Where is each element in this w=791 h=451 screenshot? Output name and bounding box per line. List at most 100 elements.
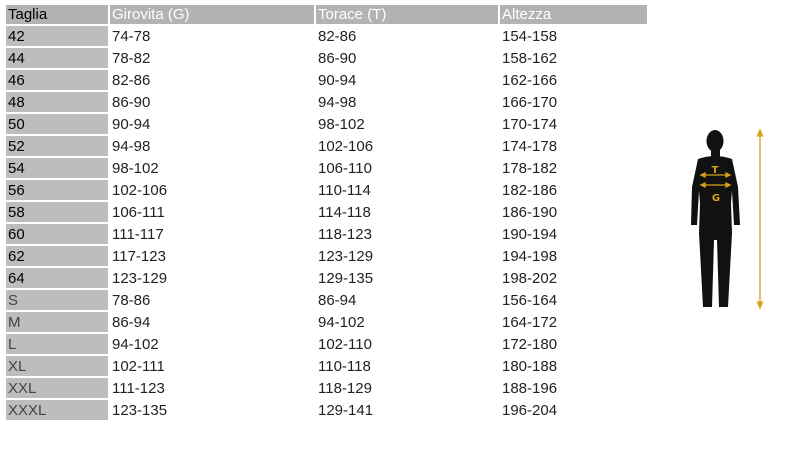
cell-girovita: 123-135 (112, 401, 168, 419)
cell-altezza: 178-182 (502, 159, 558, 177)
table-row: 42 74-78 82-86 154-158 (6, 26, 647, 46)
table-row: 52 94-98 102-106 174-178 (6, 136, 647, 156)
cell-size: 58 (6, 202, 108, 222)
cell-altezza: 186-190 (502, 203, 558, 221)
cell-girovita: 111-117 (112, 225, 164, 243)
header-torace: Torace (T) (316, 5, 498, 24)
cell-size: 46 (6, 70, 108, 90)
cell-torace: 123-129 (318, 247, 374, 265)
cell-size: 62 (6, 246, 108, 266)
cell-girovita: 106-111 (112, 203, 165, 221)
table-row: 46 82-86 90-94 162-166 (6, 70, 647, 90)
table-row: 60 111-117 118-123 190-194 (6, 224, 647, 244)
cell-altezza: 182-186 (502, 181, 558, 199)
cell-girovita: 111-123 (112, 379, 165, 397)
table-row: 62 117-123 123-129 194-198 (6, 246, 647, 266)
cell-girovita: 94-98 (112, 137, 151, 155)
table-row: XXL 111-123 118-129 188-196 (6, 378, 647, 398)
cell-altezza: 174-178 (502, 137, 558, 155)
cell-altezza: 188-196 (502, 379, 558, 397)
table-row: 54 98-102 106-110 178-182 (6, 158, 647, 178)
cell-size: 48 (6, 92, 108, 112)
cell-size: L (6, 334, 108, 354)
table-row: 48 86-90 94-98 166-170 (6, 92, 647, 112)
header-altezza: Altezza (500, 5, 647, 24)
height-arrow (756, 128, 764, 310)
cell-size: 64 (6, 268, 108, 288)
cell-torace: 102-110 (318, 335, 372, 353)
cell-altezza: 170-174 (502, 115, 558, 133)
cell-torace: 82-86 (318, 27, 357, 45)
cell-torace: 94-98 (318, 93, 357, 111)
cell-altezza: 158-162 (502, 49, 558, 67)
chest-label: T (712, 165, 719, 176)
cell-girovita: 78-86 (112, 291, 151, 309)
cell-torace: 102-106 (318, 137, 374, 155)
cell-altezza: 164-172 (502, 313, 558, 331)
cell-girovita: 86-94 (112, 313, 151, 331)
table-row: S 78-86 86-94 156-164 (6, 290, 647, 310)
waist-label: G (712, 193, 720, 204)
cell-girovita: 123-129 (112, 269, 168, 287)
cell-altezza: 198-202 (502, 269, 558, 287)
cell-size: 52 (6, 136, 108, 156)
table-row: L 94-102 102-110 172-180 (6, 334, 647, 354)
cell-size: S (6, 290, 108, 310)
cell-girovita: 74-78 (112, 27, 151, 45)
table-row: XL 102-111 110-118 180-188 (6, 356, 647, 376)
cell-torace: 129-135 (318, 269, 374, 287)
cell-altezza: 194-198 (502, 247, 558, 265)
cell-girovita: 90-94 (112, 115, 151, 133)
cell-size: 54 (6, 158, 108, 178)
cell-girovita: 78-82 (112, 49, 151, 67)
table-row: 56 102-106 110-114 182-186 (6, 180, 647, 200)
header-taglia: Taglia (6, 5, 108, 24)
cell-girovita: 94-102 (112, 335, 159, 353)
cell-altezza: 196-204 (502, 401, 558, 419)
cell-torace: 114-118 (318, 203, 371, 221)
cell-torace: 129-141 (318, 401, 374, 419)
cell-torace: 118-129 (318, 379, 372, 397)
cell-girovita: 102-111 (112, 357, 165, 375)
table-row: 50 90-94 98-102 170-174 (6, 114, 647, 134)
table-row: 44 78-82 86-90 158-162 (6, 48, 647, 68)
cell-size: 50 (6, 114, 108, 134)
cell-torace: 110-114 (318, 181, 371, 199)
cell-size: XL (6, 356, 108, 376)
cell-size: XXL (6, 378, 108, 398)
cell-girovita: 117-123 (112, 247, 166, 265)
cell-altezza: 156-164 (502, 291, 558, 309)
cell-size: XXXL (6, 400, 108, 420)
table-row: M 86-94 94-102 164-172 (6, 312, 647, 332)
cell-torace: 90-94 (318, 71, 357, 89)
header-row: Taglia Girovita (G) Torace (T) Altezza (6, 5, 647, 24)
cell-torace: 86-90 (318, 49, 357, 67)
table-row: XXXL 123-135 129-141 196-204 (6, 400, 647, 420)
cell-size: 42 (6, 26, 108, 46)
size-chart-table: Taglia Girovita (G) Torace (T) Altezza 4… (4, 3, 649, 422)
cell-altezza: 162-166 (502, 71, 558, 89)
cell-girovita: 86-90 (112, 93, 151, 111)
cell-altezza: 154-158 (502, 27, 558, 45)
cell-torace: 110-118 (318, 357, 371, 375)
cell-torace: 94-102 (318, 313, 365, 331)
person-silhouette-icon (691, 130, 740, 307)
cell-size: 56 (6, 180, 108, 200)
cell-torace: 106-110 (318, 159, 372, 177)
body-measurement-figure: T G (691, 128, 764, 310)
cell-girovita: 82-86 (112, 71, 151, 89)
cell-altezza: 180-188 (502, 357, 558, 375)
header-girovita: Girovita (G) (110, 5, 314, 24)
cell-altezza: 166-170 (502, 93, 558, 111)
cell-size: 60 (6, 224, 108, 244)
cell-torace: 86-94 (318, 291, 357, 309)
cell-girovita: 102-106 (112, 181, 168, 199)
table-row: 58 106-111 114-118 186-190 (6, 202, 647, 222)
cell-torace: 118-123 (318, 225, 372, 243)
cell-altezza: 172-180 (502, 335, 558, 353)
cell-girovita: 98-102 (112, 159, 159, 177)
cell-size: 44 (6, 48, 108, 68)
table-row: 64 123-129 129-135 198-202 (6, 268, 647, 288)
cell-torace: 98-102 (318, 115, 365, 133)
cell-size: M (6, 312, 108, 332)
